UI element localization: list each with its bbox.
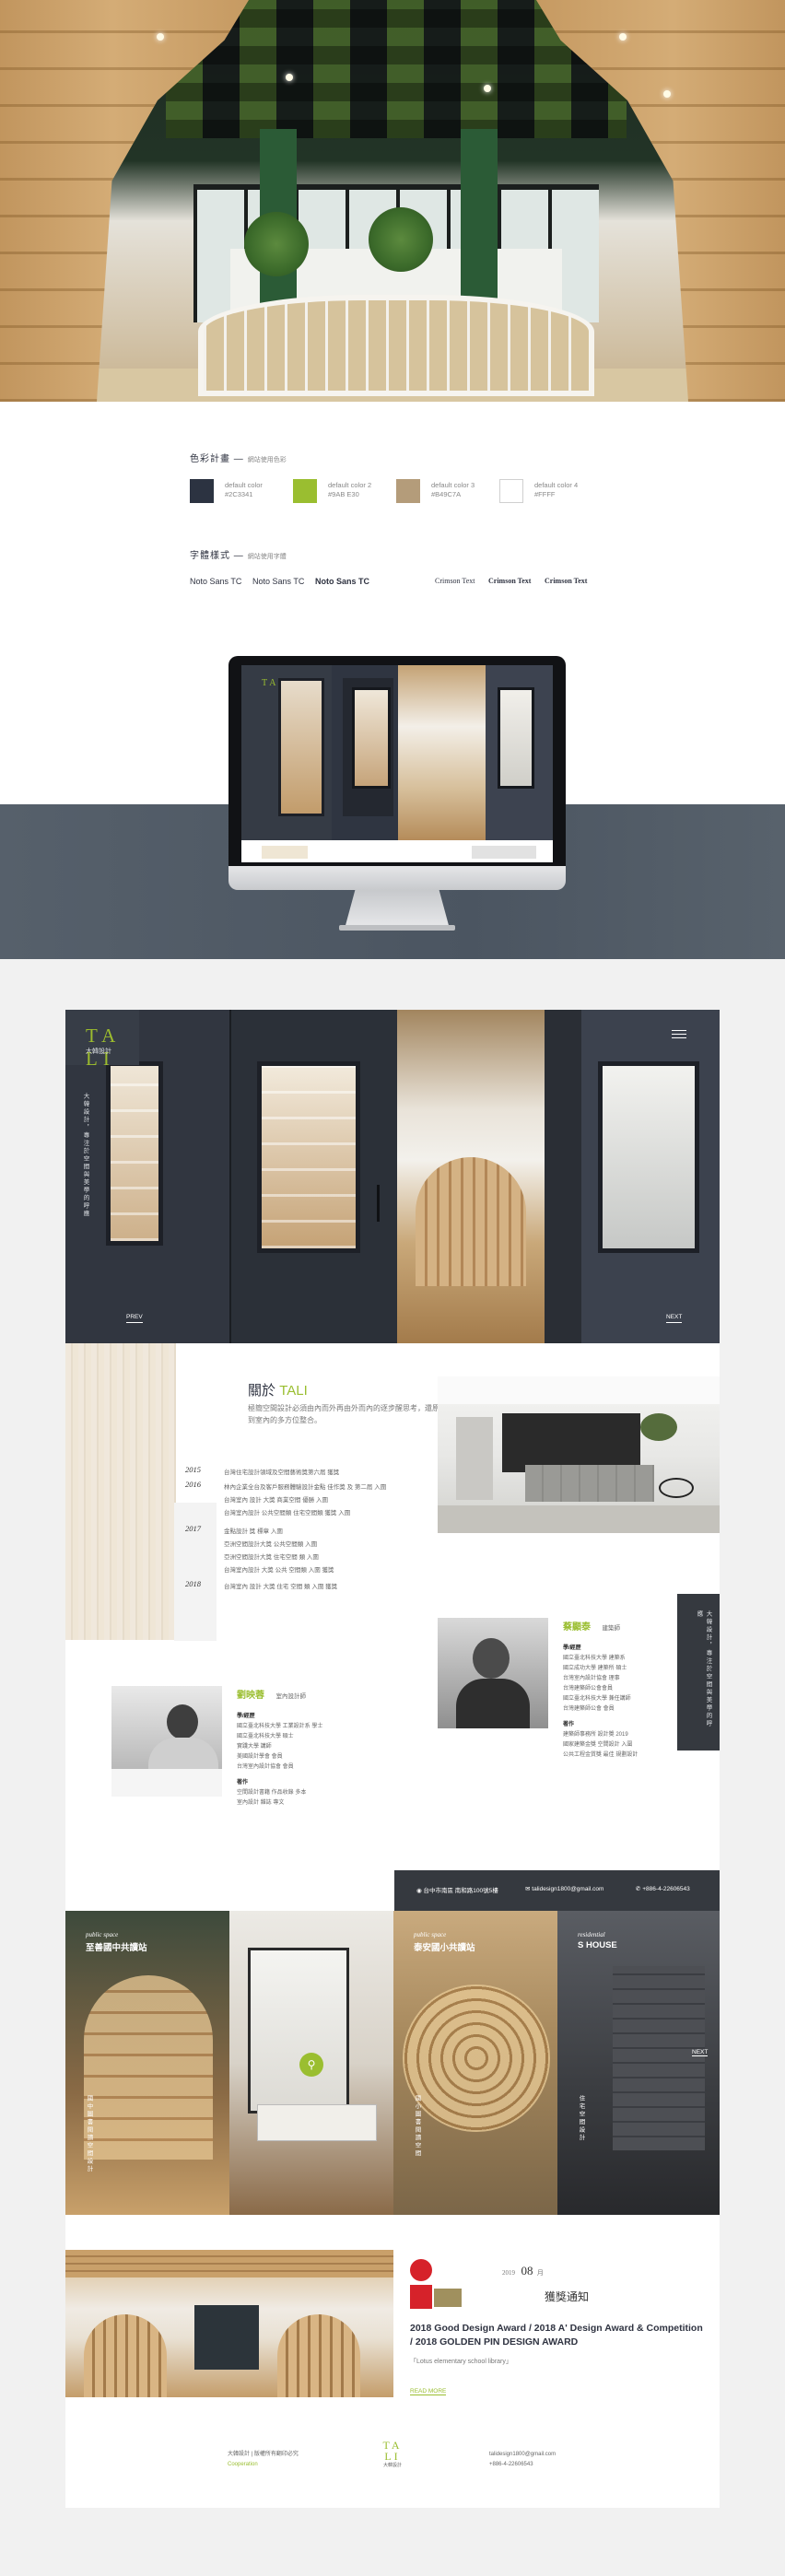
search-icon[interactable]: ⚲ [299,2053,323,2077]
designer-photo [111,1686,222,1797]
round-bookshelf [198,295,594,396]
tree [244,212,309,276]
contact-address: 台中市南區 南和路100號5樓 [423,1888,498,1894]
golden-pin-logo [434,2289,462,2307]
tree [369,207,433,272]
monitor-stand [345,890,450,929]
good-design-logo [410,2259,432,2281]
side-bar: 大韓設計，專注於空間與美學的呼應 [677,1594,720,1751]
menu-icon[interactable] [672,1030,686,1039]
about-intro: 極簡空間設計必須由內而外再由外而內的逐步醒思考，還原到室內的多方位整合。 [248,1404,439,1424]
footer-right: talidesign1800@gmail.com +886-4-22606543 [489,2452,557,2467]
office-photo [438,1376,720,1533]
footer-logo[interactable]: TA LI 大韓設計 [379,2440,406,2468]
news-date: 2019 08 月 [502,2264,544,2277]
about-title: 關於 TALI [248,1383,308,1399]
phone-icon: ✆ [636,1886,641,1892]
location-icon: ◉ [416,1888,422,1894]
mail-icon: ✉ [525,1886,531,1892]
contact-bar: ◉ 台中市南區 南和路100號5樓 ✉ talidesign1800@gmail… [394,1870,720,1911]
person-bio: 學/經歷 國立臺北科技大學 建築系 國立成功大學 建築所 碩士 台灣室內設計協會… [563,1645,639,1758]
prev-button[interactable]: PREV [126,1314,143,1323]
person-name: 蔡顯泰 建築師 [563,1622,620,1633]
project-card[interactable]: residential S HOUSE 住宅空間設計 NEXT [557,1911,720,2215]
color-swatch-3 [396,479,420,503]
font-sample: Noto Sans TC [252,577,305,586]
font-sample: Crimson Text [488,577,532,585]
color-swatch-1 [190,479,214,503]
contact-phone: +886-4-22606543 [642,1886,690,1892]
next-button[interactable]: NEXT [692,2049,709,2056]
project-card[interactable]: public space 至善國中共讀站 國中圖書閱讀空間設計 [65,1911,229,2215]
hero-tagline: 大韓設計，專注於空間與美學的呼應 [82,1093,88,1218]
footer-link[interactable]: Cooperation [228,2460,299,2470]
project-card[interactable]: public space 泰安國小共讀站 國小圖書閱讀空間 [393,1911,557,2215]
contact-email: talidesign1800@gmail.com [532,1886,604,1892]
footer-left: 大韓設計 | 版權所有翻印必究 Cooperation [228,2450,299,2470]
hero-slider[interactable]: TA LI 大韓設計 大韓設計，專注於空間與美學的呼應 PREV NEXT [65,1010,720,1343]
font-sample: Crimson Text [435,577,475,585]
news-subtitle: 「Lotus elementary school library」 [410,2359,512,2365]
colors-heading: 色彩計畫 — 網站使用色彩 [190,454,287,464]
font-sample: Noto Sans TC [190,577,242,586]
next-button[interactable]: NEXT [666,1314,683,1323]
website-mockup: TA LI 大韓設計 大韓設計，專注於空間與美學的呼應 PREV NEXT 關於… [65,1010,720,2508]
news-headline[interactable]: 2018 Good Design Award / 2018 A' Design … [410,2322,703,2349]
fonts-heading: 字體樣式 — 網站使用字體 [190,551,287,561]
color-swatch-2 [293,479,317,503]
person-bio: 學/經歷 國立臺北科技大學 工業設計系 學士 國立臺北科技大學 碩士 實踐大學 … [237,1714,323,1806]
read-more-link[interactable]: READ MORE [410,2388,447,2395]
architect-photo [438,1618,548,1728]
site-logo[interactable]: TA LI [65,1010,139,1070]
a-design-logo [410,2285,432,2309]
project-card[interactable]: ⚲ [229,1911,393,2215]
news-photo [65,2250,393,2397]
font-sample: Crimson Text [545,577,588,585]
person-name: 劉映蓉 室內設計師 [237,1691,306,1701]
wood-texture [65,1343,176,1640]
monitor-screen: TA LI [241,665,553,862]
monitor-chin [228,866,566,890]
font-sample: Noto Sans TC [315,577,370,586]
awards-timeline: 2015 台灣住宅設計領域及空間藝術獎第六屆 獲獎 2016 林內企業全台及客戶… [185,1465,387,1590]
hero-photo [0,0,785,402]
color-swatch-4 [499,479,523,503]
news-label: 獲獎通知 [545,2290,590,2303]
logo-subtitle: 大韓設計 [86,1048,111,1055]
